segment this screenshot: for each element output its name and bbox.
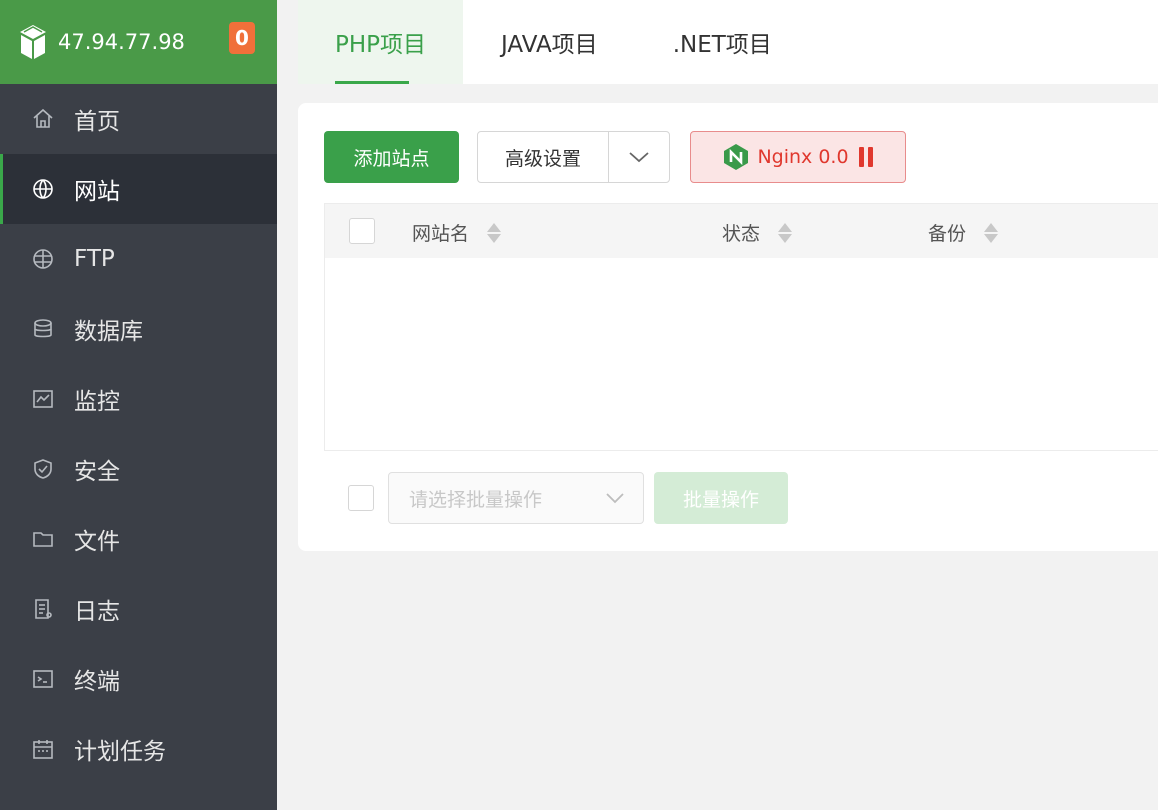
sidebar-item-security[interactable]: 安全 [0, 434, 277, 504]
sidebar-item-ftp[interactable]: FTP [0, 224, 277, 294]
column-label: 状态 [722, 223, 761, 245]
shield-icon [30, 456, 56, 482]
notification-badge[interactable]: 0 [229, 22, 255, 54]
chevron-down-icon[interactable] [609, 132, 669, 182]
sidebar-item-logs[interactable]: 日志 [0, 574, 277, 644]
nginx-label: Nginx 0.0 [757, 146, 849, 168]
sidebar-item-label: 数据库 [74, 319, 143, 345]
column-label: 备份 [928, 223, 967, 245]
terminal-icon [30, 666, 56, 692]
sidebar-item-label: FTP [74, 246, 115, 272]
database-icon [30, 316, 56, 342]
sort-icon [487, 222, 502, 243]
table-header: 网站名 状态 备份 [325, 204, 1158, 258]
calendar-icon [30, 736, 56, 762]
monitor-icon [30, 386, 56, 412]
sidebar-item-label: 首页 [74, 109, 120, 135]
sidebar-item-label: 网站 [74, 179, 120, 205]
site-table: 网站名 状态 备份 [324, 203, 1158, 451]
project-tabs: PHP项目 JAVA项目 .NET项目 [298, 0, 1158, 84]
sidebar-item-database[interactable]: 数据库 [0, 294, 277, 364]
ftp-globe-icon [30, 246, 56, 272]
sidebar-item-label: 安全 [74, 459, 120, 485]
home-icon [30, 106, 56, 132]
server-logo-icon [20, 25, 46, 59]
tab-php[interactable]: PHP项目 [298, 0, 464, 84]
sidebar-item-home[interactable]: 首页 [0, 84, 277, 154]
column-status[interactable]: 状态 [722, 219, 793, 246]
batch-action-button[interactable]: 批量操作 [654, 472, 788, 524]
sidebar-item-cron[interactable]: 计划任务 [0, 714, 277, 784]
sort-icon [984, 222, 999, 243]
sidebar-nav: 首页 网站 FTP 数据库 监控 安全 文件 日志 终端 计划任务 [0, 84, 277, 784]
column-backup[interactable]: 备份 [928, 219, 999, 246]
tab-java[interactable]: JAVA项目 [463, 0, 635, 84]
globe-icon [30, 176, 56, 202]
sidebar-item-label: 文件 [74, 529, 120, 555]
nginx-icon [724, 144, 749, 170]
sidebar-item-label: 计划任务 [74, 739, 166, 765]
toolbar: 添加站点 高级设置 Nginx 0.0 [324, 131, 906, 183]
select-all-checkbox[interactable] [349, 218, 375, 244]
batch-select-placeholder: 请选择批量操作 [409, 488, 543, 511]
sidebar-item-label: 日志 [74, 599, 120, 625]
advanced-settings-label: 高级设置 [478, 132, 609, 182]
sidebar-item-terminal[interactable]: 终端 [0, 644, 277, 714]
main-content: PHP项目 JAVA项目 .NET项目 添加站点 高级设置 Nginx 0.0 [277, 0, 1158, 810]
sidebar-item-files[interactable]: 文件 [0, 504, 277, 574]
batch-footer: 请选择批量操作 批量操作 [348, 472, 788, 524]
sidebar: 47.94.77.98 0 首页 网站 FTP 数据库 监控 安全 文件 日志 … [0, 0, 277, 810]
column-site-name[interactable]: 网站名 [412, 219, 502, 246]
pause-icon [858, 147, 873, 167]
footer-select-checkbox[interactable] [348, 485, 374, 511]
column-label: 网站名 [412, 223, 470, 245]
sidebar-item-label: 终端 [74, 669, 120, 695]
chevron-down-icon [606, 493, 624, 504]
batch-action-select[interactable]: 请选择批量操作 [388, 472, 644, 524]
sidebar-header: 47.94.77.98 0 [0, 0, 277, 84]
nginx-status-button[interactable]: Nginx 0.0 [690, 131, 906, 183]
add-site-button[interactable]: 添加站点 [324, 131, 459, 183]
sort-icon [778, 222, 793, 243]
sidebar-item-website[interactable]: 网站 [0, 154, 277, 224]
server-ip: 47.94.77.98 [58, 30, 185, 54]
folder-icon [30, 526, 56, 552]
sidebar-item-monitor[interactable]: 监控 [0, 364, 277, 434]
advanced-settings-button[interactable]: 高级设置 [477, 131, 670, 183]
site-list-card: 添加站点 高级设置 Nginx 0.0 网站名 状态 备份 请选择批量操作 批量… [298, 103, 1158, 551]
sidebar-item-label: 监控 [74, 389, 120, 415]
log-icon [30, 596, 56, 622]
tab-dotnet[interactable]: .NET项目 [635, 0, 809, 84]
